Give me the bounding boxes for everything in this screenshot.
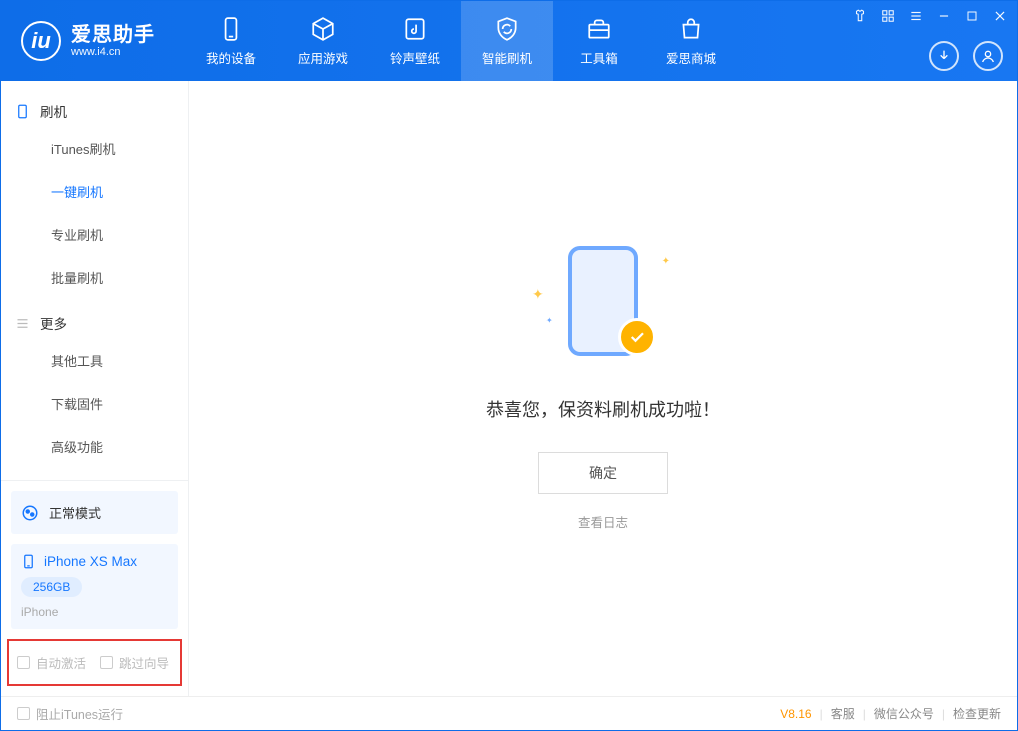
flash-options-highlight: 自动激活 跳过向导 [7,639,182,686]
tab-store[interactable]: 爱思商城 [645,1,737,81]
menu-icon[interactable] [907,7,925,25]
sidebar-item-itunes-flash[interactable]: iTunes刷机 [1,127,188,170]
window-controls [851,7,1009,25]
toolbox-icon [586,16,612,42]
storage-badge: 256GB [21,577,82,597]
maximize-button[interactable] [963,7,981,25]
tab-ringtone-wallpaper[interactable]: 铃声壁纸 [369,1,461,81]
body: 刷机 iTunes刷机 一键刷机 专业刷机 批量刷机 更多 其他工具 下载固件 … [1,81,1017,696]
main-content: ✦ ✦ ✦ 恭喜您，保资料刷机成功啦！ 确定 查看日志 [189,81,1017,696]
sidebar-item-batch-flash[interactable]: 批量刷机 [1,256,188,299]
tab-my-device[interactable]: 我的设备 [185,1,277,81]
mode-icon [21,504,39,522]
phone-icon [218,16,244,42]
device-box[interactable]: iPhone XS Max 256GB iPhone [11,544,178,629]
device-icon [15,104,30,119]
checkbox-auto-activate[interactable]: 自动激活 [17,653,86,672]
main-tabs: 我的设备 应用游戏 铃声壁纸 智能刷机 工具箱 爱思商城 [185,1,737,81]
grid-icon[interactable] [879,7,897,25]
sidebar: 刷机 iTunes刷机 一键刷机 专业刷机 批量刷机 更多 其他工具 下载固件 … [1,81,189,696]
logo: iu 爱思助手 www.i4.cn [21,21,155,61]
shirt-icon[interactable] [851,7,869,25]
checkbox-skip-guide[interactable]: 跳过向导 [100,653,169,672]
phone-small-icon [21,554,36,569]
list-icon [15,316,30,331]
footer-link-update[interactable]: 检查更新 [953,705,1001,722]
version-label: V8.16 [780,707,811,721]
footer-link-service[interactable]: 客服 [831,705,855,722]
tab-smart-flash[interactable]: 智能刷机 [461,1,553,81]
device-name-text: iPhone XS Max [44,554,137,569]
checkbox-block-itunes[interactable]: 阻止iTunes运行 [17,704,123,723]
app-window: iu 爱思助手 www.i4.cn 我的设备 应用游戏 铃声壁纸 智能刷机 [0,0,1018,731]
footer: 阻止iTunes运行 V8.16 | 客服 | 微信公众号 | 检查更新 [1,696,1017,730]
cube-icon [310,16,336,42]
sidebar-item-advanced[interactable]: 高级功能 [1,425,188,468]
minimize-button[interactable] [935,7,953,25]
checkbox-icon [100,656,113,669]
checkbox-icon [17,656,30,669]
header-right-icons [929,41,1003,71]
success-illustration: ✦ ✦ ✦ [528,246,678,366]
user-button[interactable] [973,41,1003,71]
check-badge-icon [618,318,656,356]
header: iu 爱思助手 www.i4.cn 我的设备 应用游戏 铃声壁纸 智能刷机 [1,1,1017,81]
close-button[interactable] [991,7,1009,25]
tab-apps-games[interactable]: 应用游戏 [277,1,369,81]
shield-refresh-icon [494,16,520,42]
bag-icon [678,16,704,42]
footer-link-wechat[interactable]: 微信公众号 [874,705,934,722]
checkbox-icon [17,707,30,720]
sidebar-section-flash: 刷机 [1,87,188,127]
sparkle-icon: ✦ [662,256,670,267]
mode-box[interactable]: 正常模式 [11,491,178,534]
success-message: 恭喜您，保资料刷机成功啦！ [486,396,720,422]
sidebar-item-pro-flash[interactable]: 专业刷机 [1,213,188,256]
download-button[interactable] [929,41,959,71]
sparkle-icon: ✦ [532,286,544,303]
tab-toolbox[interactable]: 工具箱 [553,1,645,81]
mode-label: 正常模式 [49,503,101,522]
sidebar-section-more: 更多 [1,299,188,339]
view-log-link[interactable]: 查看日志 [578,512,628,531]
sidebar-item-other-tools[interactable]: 其他工具 [1,339,188,382]
ok-button[interactable]: 确定 [538,452,668,494]
app-name: 爱思助手 [71,24,155,46]
sparkle-icon: ✦ [546,316,553,325]
music-icon [402,16,428,42]
sidebar-item-oneclick-flash[interactable]: 一键刷机 [1,170,188,213]
sidebar-item-download-firmware[interactable]: 下载固件 [1,382,188,425]
device-type: iPhone [21,605,168,619]
logo-icon: iu [21,21,61,61]
app-url: www.i4.cn [71,46,155,58]
